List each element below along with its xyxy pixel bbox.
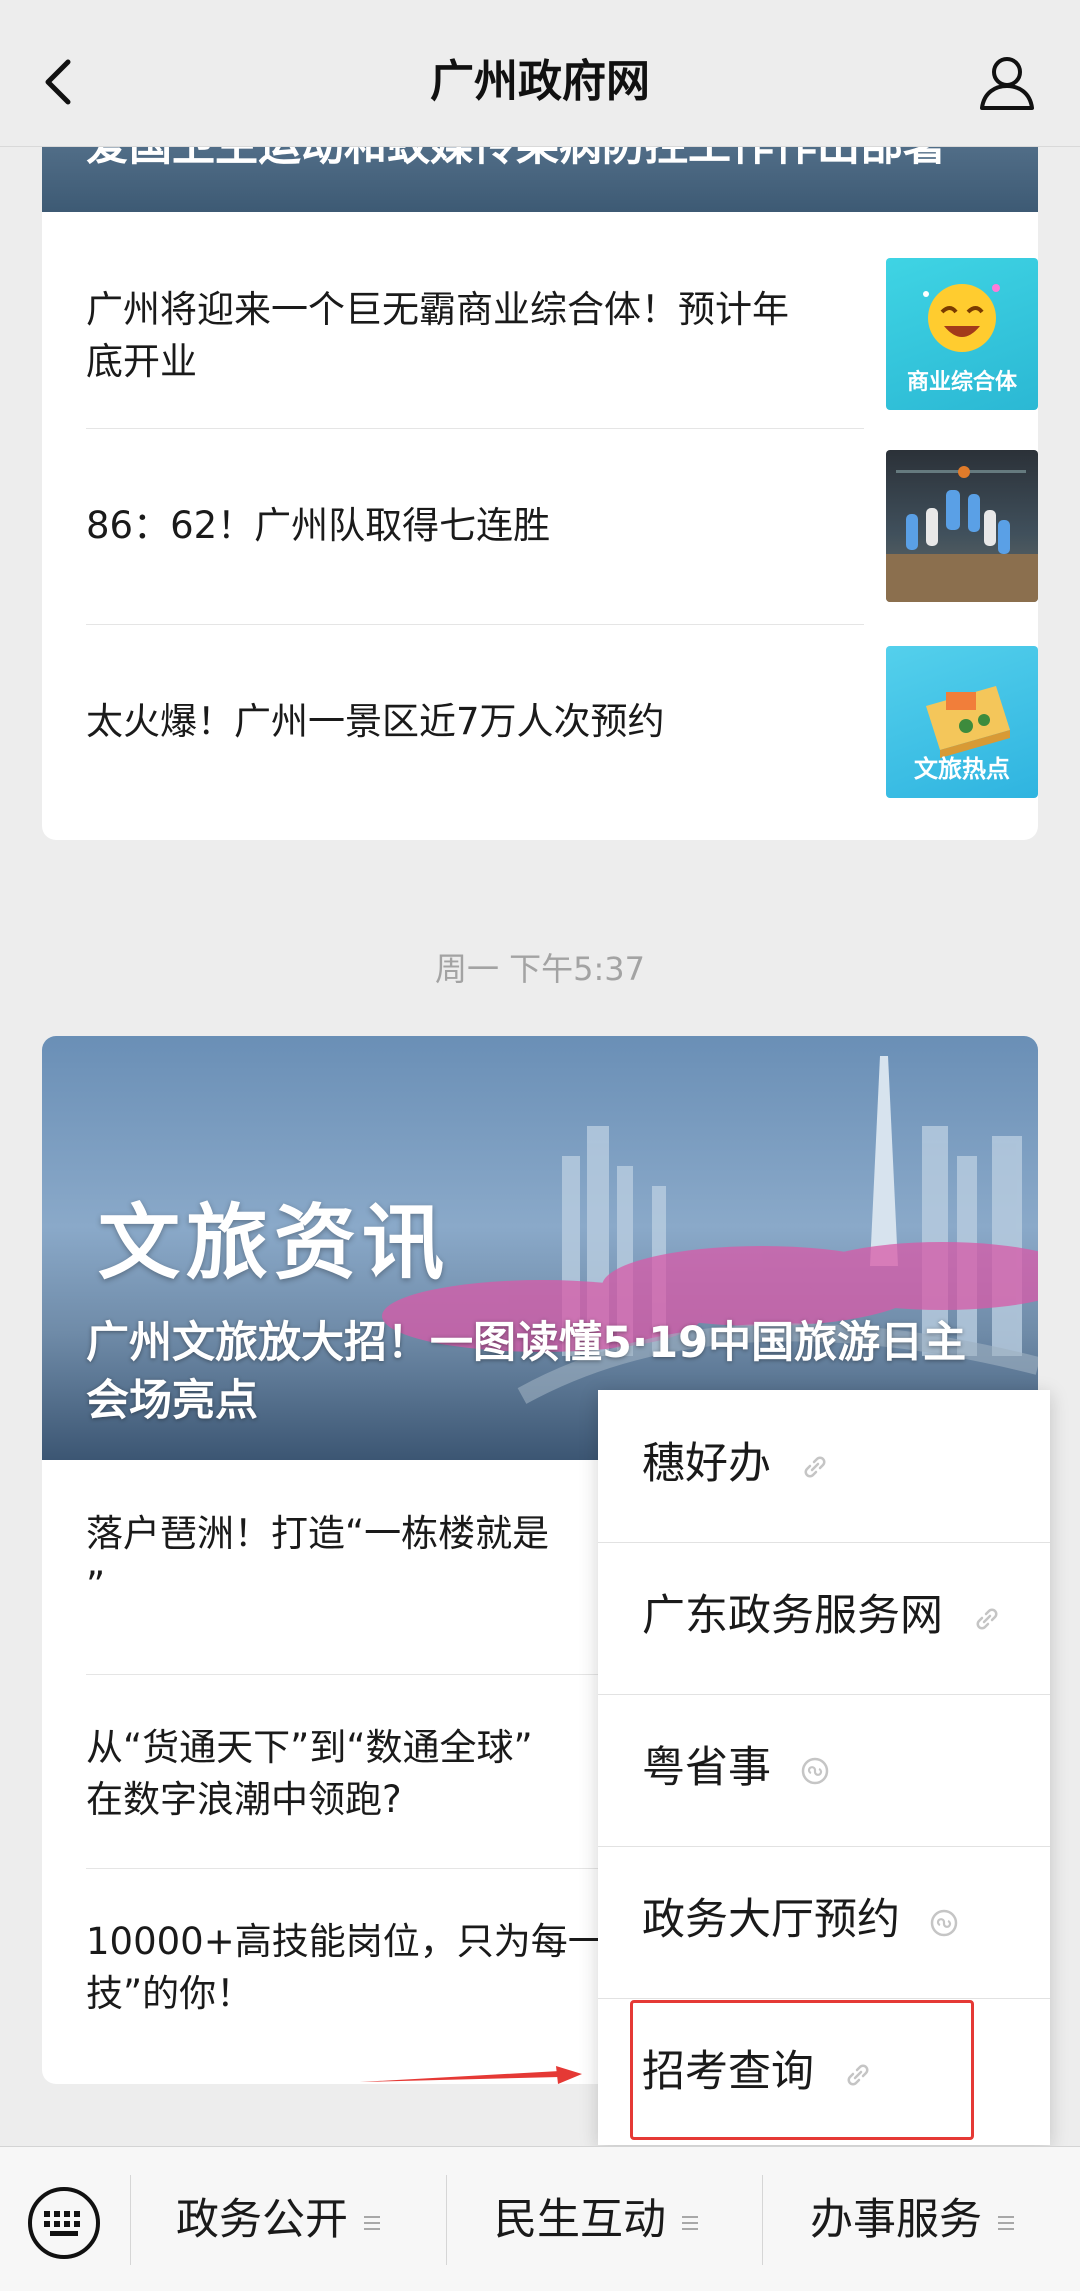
bottom-menu-bar: 政务公开 民生互动 办事服务 <box>0 2146 1080 2291</box>
basketball-photo <box>886 466 1038 602</box>
menu-item-text: 粤省事 <box>642 1743 771 1793</box>
menu-services[interactable]: 办事服务 <box>810 2187 1014 2253</box>
list-item[interactable]: 广州将迎来一个巨无霸商业综合体！预计年底开业 商业综合体 <box>86 256 1038 426</box>
list-item[interactable]: 太火爆！广州一景区近7万人次预约 文旅热点 <box>86 646 1038 816</box>
menu-item-text: 政务大厅预约 <box>642 1895 900 1945</box>
menu-livelihood-interaction[interactable]: 民生互动 <box>494 2187 698 2253</box>
separator <box>446 2175 447 2265</box>
menu-item-hall-appointment[interactable]: 政务大厅预约 <box>598 1846 1050 1999</box>
separator <box>130 2175 131 2265</box>
article-thumbnail: 商业综合体 <box>886 258 1038 410</box>
red-arrow-annotation <box>360 2066 582 2084</box>
thumbnail-label: 文旅热点 <box>914 755 1010 783</box>
menu-item-label: 政务大厅预约 <box>642 1890 958 1950</box>
mini-program-icon <box>930 1909 957 1936</box>
profile-button[interactable] <box>976 52 1038 114</box>
divider <box>86 428 864 429</box>
divider <box>86 624 864 625</box>
top-nav-bar: 广州政府网 <box>0 0 1080 147</box>
highlight-box <box>630 2000 974 2140</box>
menu-gov-affairs-public[interactable]: 政务公开 <box>176 2187 380 2253</box>
menu-label: 政务公开 <box>176 2195 348 2245</box>
message-timestamp: 周一 下午5:37 <box>434 950 646 988</box>
article-title: 广州将迎来一个巨无霸商业综合体！预计年底开业 <box>86 288 789 383</box>
hero-tag: 文旅资讯 <box>98 1196 451 1291</box>
list-item[interactable]: 86：62！广州队取得七连胜 <box>86 450 1038 620</box>
article-title: 太火爆！广州一景区近7万人次预约 <box>86 700 665 743</box>
menu-item-yueshengshi[interactable]: 粤省事 <box>598 1694 1050 1847</box>
thumbnail-label: 商业综合体 <box>906 370 1017 395</box>
menu-item-label: 广东政务服务网 <box>642 1586 1001 1646</box>
link-icon <box>976 1608 998 1629</box>
user-icon <box>980 57 1034 110</box>
article-title: 86：62！广州队取得七连胜 <box>86 504 551 547</box>
menu-label: 民生互动 <box>494 2195 666 2245</box>
submenu-lines-icon <box>998 2212 1014 2234</box>
menu-item-suihaoban[interactable]: 穗好办 <box>598 1390 1050 1543</box>
menu-item-label: 穗好办 <box>642 1434 829 1494</box>
menu-item-guangdong-gov-service[interactable]: 广东政务服务网 <box>598 1542 1050 1695</box>
article-card-1: 爱国卫生运动和蚊媒传染病防控工作作出部署 广州将迎来一个巨无霸商业综合体！预计年… <box>42 100 1038 840</box>
article-thumbnail: 文旅热点 <box>886 646 1038 798</box>
menu-item-text: 穗好办 <box>642 1439 771 1489</box>
menu-item-label: 粤省事 <box>642 1738 829 1798</box>
separator <box>762 2175 763 2265</box>
submenu-lines-icon <box>364 2212 380 2234</box>
menu-item-text: 广东政务服务网 <box>642 1591 943 1641</box>
keyboard-icon <box>28 2187 100 2259</box>
menu-label: 办事服务 <box>810 2195 982 2245</box>
article-thumbnail <box>886 450 1038 602</box>
page-title: 广州政府网 <box>430 56 650 107</box>
mini-program-icon <box>801 1757 828 1784</box>
submenu-lines-icon <box>682 2212 698 2234</box>
link-icon <box>804 1456 826 1477</box>
keyboard-toggle-button[interactable] <box>26 2185 102 2261</box>
